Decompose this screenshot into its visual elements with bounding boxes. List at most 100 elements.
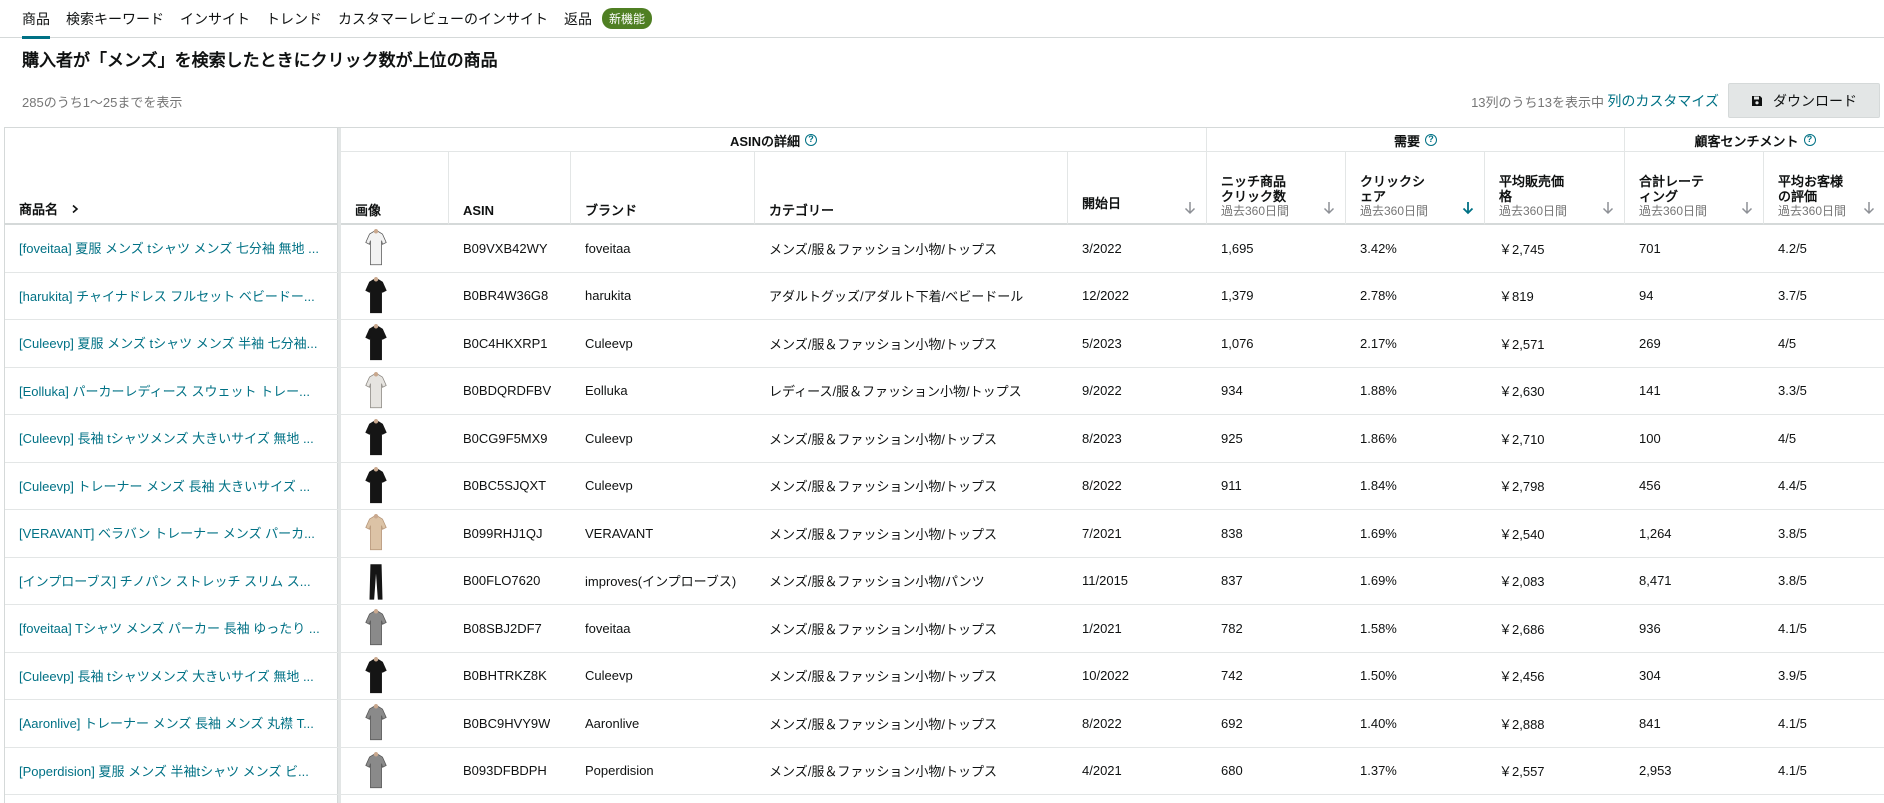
cell-rating: 3.9/5 [1778, 668, 1807, 684]
cell-price: ￥2,540 [1499, 526, 1545, 542]
cell-launch: 10/2022 [1082, 668, 1129, 684]
cell-asin: B0BC5SJQXT [463, 478, 547, 494]
download-button[interactable]: ダウンロード [1728, 83, 1880, 118]
period-label: 過去360日間 [1499, 204, 1568, 218]
product-name-link[interactable]: [harukita] チャイナドレス フルセット ベビードー... [19, 273, 325, 320]
product-image-cell [363, 510, 389, 557]
column-header-category: カテゴリー [755, 152, 1068, 225]
sort-arrow-down-icon[interactable] [1323, 201, 1335, 215]
product-thumbnail-image[interactable] [363, 465, 389, 507]
product-name-link[interactable]: [VERAVANT] ベラバン トレーナー メンズ パーカ... [19, 510, 325, 557]
group-demand-label: 需要 [1393, 133, 1420, 149]
ratings-label-line1: 合計レーテ [1639, 174, 1705, 189]
product-name-link[interactable]: [Culeevp] 夏服 メンズ tシャツ メンズ 半袖 七分袖... [19, 320, 325, 367]
product-name-link[interactable]: [foveitaa] Tシャツ メンズ パーカー 長袖 ゆったり ... [19, 605, 325, 652]
cell-launch: 12/2022 [1082, 288, 1129, 304]
product-name-link[interactable]: [Eolluka] パーカーレディース スウェット トレー... [19, 368, 325, 415]
column-header-launch-date[interactable]: 開始日 [1068, 152, 1207, 225]
tab-insights[interactable]: インサイト [180, 0, 250, 38]
column-header-avg-rating[interactable]: 平均お客様 の評価 過去360日間 [1764, 152, 1884, 225]
product-image-cell [363, 700, 389, 747]
product-name-link[interactable]: [インプローブス] チノパン ストレッチ スリム ス... [19, 558, 325, 605]
product-image-cell [363, 415, 389, 462]
cell-clicks: 1,076 [1221, 335, 1254, 351]
cell-ratings: 2,953 [1639, 763, 1672, 779]
help-icon[interactable]: ? [1803, 134, 1816, 146]
product-thumbnail-image[interactable] [363, 417, 389, 459]
product-thumbnail-image[interactable] [363, 702, 389, 744]
table-row: [Aaronlive] トレーナー メンズ 長袖 メンズ 丸襟 T... B0BC… [5, 700, 1884, 748]
cell-rating: 4.1/5 [1778, 620, 1807, 636]
clicks-label-line1: ニッチ商品 [1221, 174, 1287, 189]
product-thumbnail-image[interactable] [363, 322, 389, 364]
product-name-link[interactable]: [foveitaa] 夏服 メンズ tシャツ メンズ 七分袖 無地 ... [19, 225, 325, 272]
product-name-link[interactable]: [Culeevp] 長袖 tシャツメンズ 大きいサイズ 無地 ... [19, 653, 325, 700]
cell-clicks: 925 [1221, 430, 1243, 446]
product-name-link[interactable]: [Culeevp] トレーナー メンズ 長袖 大きいサイズ ... [19, 463, 325, 510]
product-thumbnail-image[interactable] [363, 560, 389, 602]
cell-share: 1.88% [1360, 383, 1397, 399]
sort-arrow-down-icon[interactable] [1184, 201, 1196, 215]
page-title: 購入者が「メンズ」を検索したときにクリック数が上位の商品 [22, 51, 498, 70]
cell-ratings: 1,264 [1639, 525, 1672, 541]
cell-asin: B0C4HKXRP1 [463, 335, 548, 351]
product-image-cell [363, 605, 389, 652]
product-name-link[interactable]: [Culeevp] 長袖 tシャツメンズ 大きいサイズ 無地 ... [19, 415, 325, 462]
cell-brand: Eolluka [585, 383, 628, 399]
column-header-asin: ASIN [449, 152, 571, 225]
sort-arrow-down-icon[interactable] [1741, 201, 1753, 215]
customize-columns-link[interactable]: 列のカスタマイズ [1607, 91, 1719, 111]
tab-trends[interactable]: トレンド [266, 0, 322, 38]
table-row: [foveitaa] Tシャツ メンズ パーカー 長袖 ゆったり ... B08S… [5, 605, 1884, 653]
cell-rating: 4.4/5 [1778, 478, 1807, 494]
product-name-link[interactable]: [Poperdision] 夏服 メンズ 半袖tシャツ メンズ ビ... [19, 748, 325, 795]
product-thumbnail-image[interactable] [363, 607, 389, 649]
cell-ratings: 701 [1639, 240, 1661, 256]
product-image-cell [363, 320, 389, 367]
product-thumbnail-image[interactable] [363, 512, 389, 554]
tab-products[interactable]: 商品 [22, 0, 50, 39]
column-header-name[interactable]: 商品名 [5, 128, 337, 225]
cell-rating: 4.2/5 [1778, 240, 1807, 256]
product-thumbnail-image[interactable] [363, 275, 389, 317]
tab-review-insights[interactable]: カスタマーレビューのインサイト [338, 0, 548, 38]
product-name-link[interactable]: [Aaronlive] トレーナー メンズ 長袖 メンズ 丸襟 T... [19, 700, 325, 747]
cell-category: メンズ/服＆ファッション小物/パンツ [769, 574, 985, 590]
cell-clicks: 934 [1221, 383, 1243, 399]
cell-price: ￥2,888 [1499, 716, 1545, 732]
product-thumbnail-image[interactable] [363, 227, 389, 269]
help-icon[interactable]: ? [805, 134, 818, 146]
product-thumbnail-image[interactable] [363, 370, 389, 412]
cell-share: 2.17% [1360, 335, 1397, 351]
avg-price-label-line1: 平均販売価 [1499, 174, 1565, 189]
column-header-click-share[interactable]: クリックシ ェア 過去360日間 [1346, 152, 1485, 225]
avg-rating-label-line2: の評価 [1778, 189, 1818, 204]
avg-rating-label-line1: 平均お客様 [1778, 174, 1844, 189]
table-row: [Culeevp] トレーナー メンズ 長袖 大きいサイズ ... B0BC5SJ… [5, 463, 1884, 510]
product-thumbnail-image[interactable] [363, 655, 389, 697]
column-header-clicks[interactable]: ニッチ商品 クリック数 過去360日間 [1207, 152, 1346, 225]
cell-price: ￥2,557 [1499, 764, 1545, 780]
period-label: 過去360日間 [1360, 204, 1429, 218]
cell-clicks: 838 [1221, 525, 1243, 541]
result-count: 285のうち1〜25までを表示 [22, 95, 183, 110]
tab-returns[interactable]: 返品 [564, 0, 592, 38]
help-icon[interactable]: ? [1425, 134, 1437, 146]
column-group-row: ASINの詳細? 需要? 顧客センチメント? [341, 128, 1884, 152]
cell-launch: 8/2022 [1082, 715, 1122, 731]
column-header-avg-price[interactable]: 平均販売価格過去360日間 [1485, 152, 1625, 225]
column-header-total-ratings[interactable]: 合計レーテ ィング 過去360日間 [1625, 152, 1764, 225]
chevron-right-icon[interactable] [70, 204, 80, 214]
product-thumbnail-image[interactable] [363, 750, 389, 792]
product-image-cell [363, 368, 389, 415]
tab-search-keywords[interactable]: 検索キーワード [66, 0, 164, 38]
cell-brand: harukita [585, 288, 632, 304]
cell-rating: 3.8/5 [1778, 573, 1807, 589]
sort-arrow-down-icon[interactable] [1863, 201, 1875, 215]
cell-category: メンズ/服＆ファッション小物/トップス [769, 764, 997, 780]
sort-arrow-down-icon[interactable] [1602, 201, 1614, 215]
cell-launch: 4/2021 [1082, 763, 1122, 779]
sort-arrow-down-active-icon[interactable] [1462, 201, 1474, 215]
cell-ratings: 304 [1639, 668, 1661, 684]
cell-brand: foveitaa [585, 240, 631, 256]
